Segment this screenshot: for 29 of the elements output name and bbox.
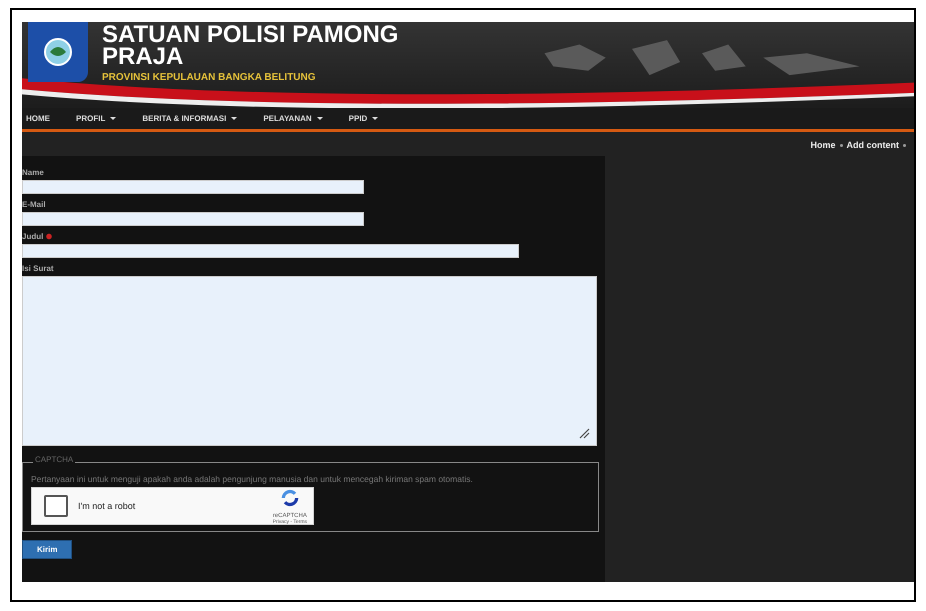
field-label: Isi Surat (22, 264, 54, 273)
breadcrumb-link[interactable]: Home (810, 140, 836, 150)
input-field[interactable] (22, 244, 519, 258)
input-field[interactable] (22, 212, 364, 226)
emblem-icon (28, 22, 88, 82)
nav-link[interactable]: PPID (348, 114, 378, 123)
submit-button[interactable]: Kirim (22, 540, 72, 559)
field-label: E-Mail (22, 200, 46, 209)
nav-link[interactable]: PROFIL (76, 114, 116, 123)
caret-icon (316, 117, 323, 120)
nav-link[interactable]: HOME (26, 114, 50, 123)
nav-link[interactable]: PELAYANAN (263, 114, 323, 123)
breadcrumb-link[interactable]: Add content (846, 140, 899, 150)
site-subtitle: PROVINSI KEPULAUAN BANGKA BELITUNG (102, 72, 317, 83)
field-label: Name (22, 168, 44, 177)
checkbox-label: I'm not a robot (78, 501, 136, 511)
captcha-legend: CAPTCHA (33, 455, 76, 464)
input-field[interactable] (22, 180, 364, 194)
resize-grip-icon[interactable] (578, 427, 590, 439)
captcha-description: Pertanyaan ini untuk menguji apakah anda adalah pengunjung manusia dan untuk mencegah kiriman spam otomatis. (31, 473, 474, 485)
separator-icon (840, 144, 842, 146)
separator-icon (903, 144, 906, 146)
checkbox[interactable] (44, 495, 68, 517)
nav-link[interactable]: BERITA & INFORMASI (142, 114, 238, 123)
caret-icon (110, 117, 116, 120)
field-label: Judul (22, 232, 52, 241)
caret-icon (231, 117, 238, 120)
caret-icon (372, 117, 378, 120)
site-title: SATUAN POLISI PAMONG PRAJA (102, 24, 400, 68)
